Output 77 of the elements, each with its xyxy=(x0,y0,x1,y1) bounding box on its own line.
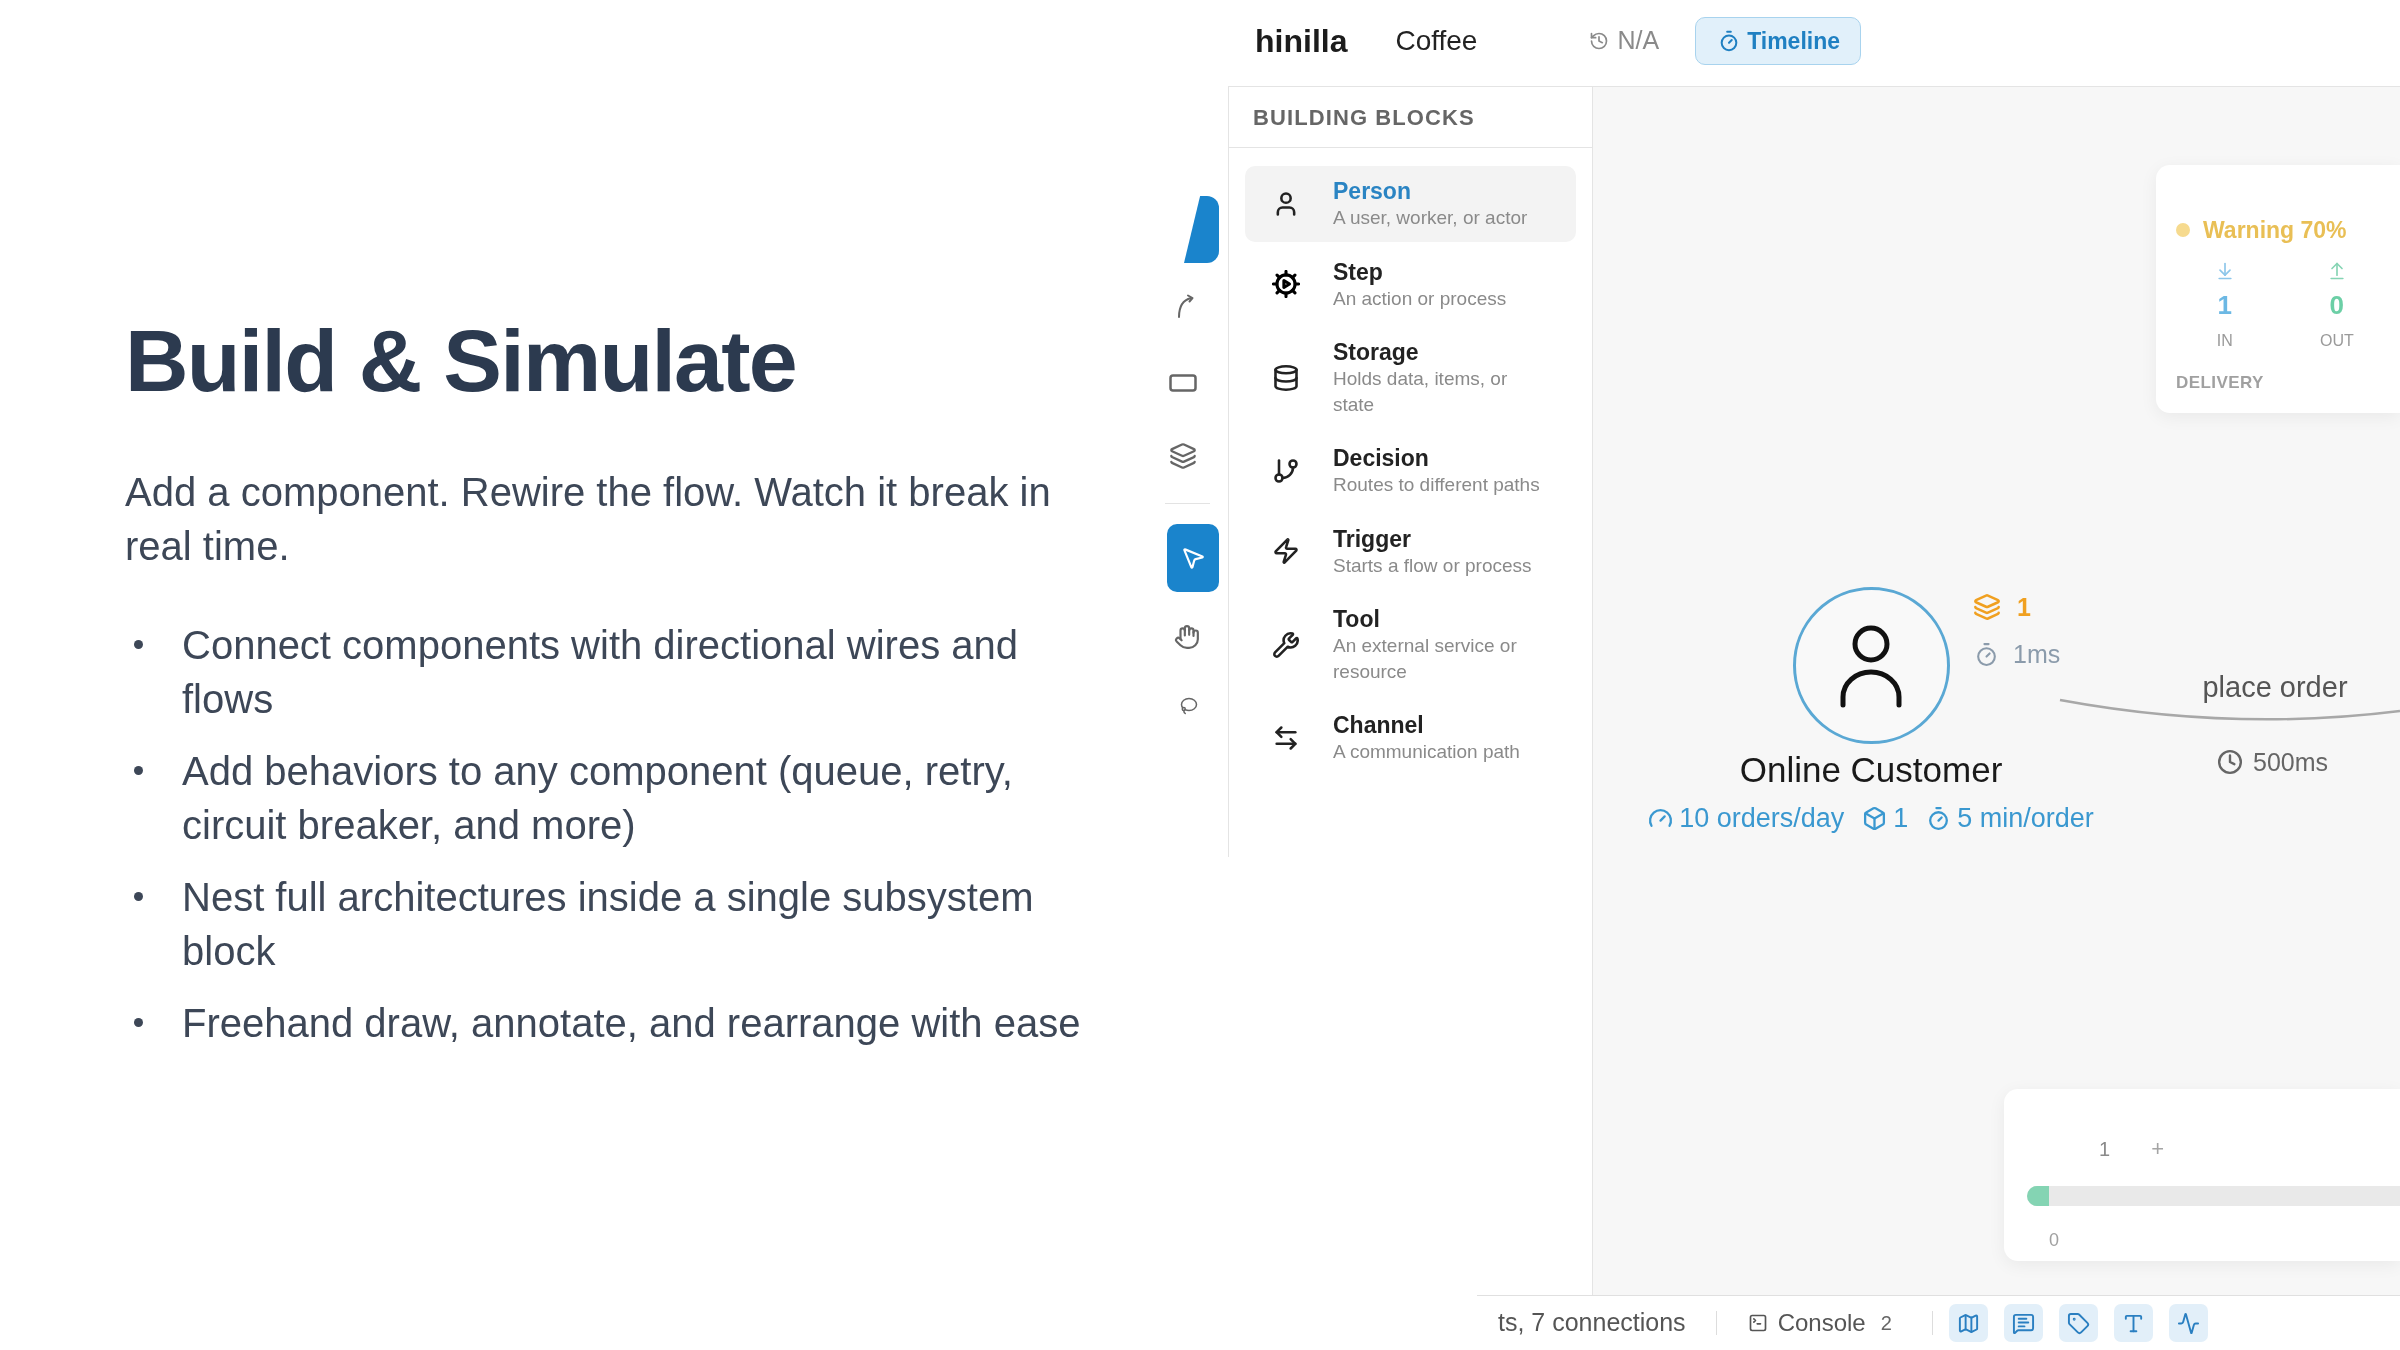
map-icon xyxy=(1956,1311,1980,1335)
edge-label: place order xyxy=(2202,670,2348,705)
node-stat: 1 xyxy=(1893,802,1909,835)
project-name: Coffee xyxy=(1395,24,1478,58)
queue-count: 1 xyxy=(2017,592,2031,622)
step-count: 1 xyxy=(2099,1137,2111,1162)
block-title: Storage xyxy=(1333,338,1419,366)
panel-heading: BUILDING BLOCKS xyxy=(1253,103,1475,132)
view-toggle[interactable] xyxy=(2003,1304,2043,1342)
bullet-icon xyxy=(134,892,143,901)
hand-icon[interactable] xyxy=(1173,624,1200,650)
person-icon xyxy=(1839,623,1903,708)
in-label: IN xyxy=(2216,331,2233,351)
block-description: A user, worker, or actor xyxy=(1333,206,1529,230)
bullet-text: Add behaviors to any component (queue, retry, circuit breaker, and more) xyxy=(182,748,1014,849)
out-count: 0 xyxy=(2329,290,2345,320)
cursor-icon xyxy=(1180,545,1206,571)
edge-delay: 500ms xyxy=(2253,747,2329,777)
block-description: An action or process xyxy=(1333,286,1508,311)
status-label: Warning 70% xyxy=(2203,215,2347,245)
node-stat: 10 orders/day xyxy=(1679,802,1845,835)
page-title: Build & Simulate xyxy=(125,317,797,405)
in-count: 1 xyxy=(2217,290,2233,320)
block-description: An external service or resource xyxy=(1333,634,1518,684)
bullet-icon xyxy=(134,1018,143,1027)
tool-button[interactable] xyxy=(1167,524,1219,592)
intro-paragraph: Add a component. Rewire the flow. Watch it break in real time. xyxy=(125,469,1052,570)
block-item[interactable]: Person A user, worker, or actor xyxy=(1245,166,1576,242)
bullet-text: Connect components with directional wires and flows xyxy=(182,622,1019,723)
wrench-icon xyxy=(1272,630,1300,659)
clock-icon xyxy=(2217,749,2243,775)
layers-icon xyxy=(1973,593,2001,621)
lasso-icon[interactable] xyxy=(1180,697,1198,715)
block-description: A communication path xyxy=(1333,740,1521,764)
gear-icon xyxy=(1272,270,1300,299)
block-description: Holds data, items, or state xyxy=(1333,367,1509,417)
stopwatch-icon xyxy=(1974,641,1999,667)
block-title: Decision xyxy=(1333,444,1429,472)
card-caption: DELIVERY xyxy=(2176,372,2264,394)
latency-value: 1ms xyxy=(2013,639,2061,669)
node-name: Online Customer xyxy=(1739,750,2003,790)
block-title: Step xyxy=(1333,257,1383,286)
block-description: Routes to different paths xyxy=(1333,473,1541,497)
activity-icon xyxy=(2176,1311,2200,1335)
view-toggle[interactable] xyxy=(2113,1304,2153,1342)
node-stat: 5 min/order xyxy=(1957,802,2094,835)
block-title: Trigger xyxy=(1333,524,1411,553)
view-toggle[interactable] xyxy=(1948,1304,1988,1342)
curved-arrow-icon[interactable] xyxy=(1176,293,1196,318)
axis-label: 0 xyxy=(2049,1229,2059,1251)
bullet-icon xyxy=(134,766,143,775)
block-title: Person xyxy=(1333,177,1411,205)
lightning-icon xyxy=(1272,537,1300,566)
bullet-icon xyxy=(134,640,143,649)
view-toggle[interactable] xyxy=(2168,1304,2208,1342)
history-icon xyxy=(1589,31,1610,51)
arrows-icon xyxy=(1272,723,1300,752)
bullet-text: Nest full architectures inside a single subsystem block xyxy=(182,874,1035,975)
out-label: OUT xyxy=(2319,331,2354,351)
status-summary: ts, 7 connections xyxy=(1498,1307,1686,1339)
branch-icon xyxy=(1272,456,1300,485)
terminal-icon xyxy=(1747,1313,1768,1333)
console-count: 2 xyxy=(1880,1311,1892,1336)
block-title: Tool xyxy=(1333,605,1380,633)
layers-icon[interactable] xyxy=(1169,442,1197,470)
view-toggle[interactable] xyxy=(2058,1304,2098,1342)
progress-track[interactable] xyxy=(2027,1186,2400,1206)
bullet-text: Freehand draw, annotate, and rearrange with ease xyxy=(182,1000,1082,1047)
console-button[interactable]: Console xyxy=(1747,1305,1866,1341)
tag-icon xyxy=(2066,1311,2090,1335)
cube-icon xyxy=(1862,805,1888,831)
timeline-button[interactable]: Timeline xyxy=(1695,17,1862,65)
database-icon xyxy=(1272,363,1300,392)
block-description: Starts a flow or process xyxy=(1333,553,1533,578)
block-title: Channel xyxy=(1333,711,1424,739)
message-icon xyxy=(2011,1311,2035,1335)
brand-name: hinilla xyxy=(1255,22,1348,61)
